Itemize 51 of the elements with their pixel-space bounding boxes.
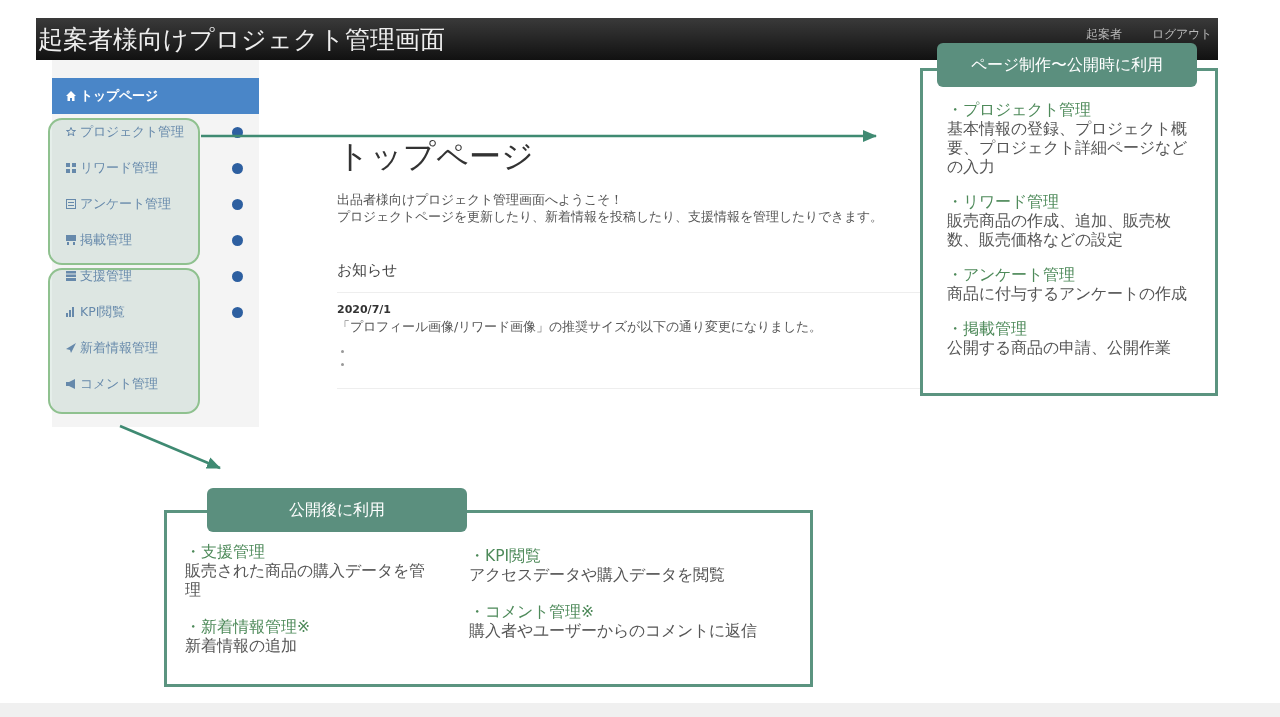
sidebar-item[interactable]: リワード管理 [52, 150, 259, 186]
user-link[interactable]: 起案者 [1086, 28, 1122, 41]
help-icon[interactable] [232, 234, 243, 246]
sidebar-item[interactable]: 掲載管理 [52, 222, 259, 258]
send-icon [66, 343, 76, 353]
form-icon [66, 199, 76, 209]
sidebar-item[interactable]: 新着情報管理 [52, 330, 259, 366]
notice-text: 「プロフィール画像/リワード画像」の推奨サイズが以下の通り変更になりました。 [337, 319, 823, 336]
feature-heading: ・KPI閲覧 [469, 547, 543, 566]
feature-heading: ・リワード管理 [947, 193, 1060, 212]
feature-description: 販売された商品の購入データを管理 [185, 562, 425, 600]
feature-description: 公開する商品の申請、公開作業 [947, 339, 1172, 358]
sidebar-item[interactable]: トップページ [52, 78, 259, 114]
help-icon[interactable] [232, 306, 243, 318]
header-title: 起案者様向けプロジェクト管理画面 [38, 23, 445, 56]
bullet-icon [341, 363, 344, 366]
feature-heading: ・新着情報管理※ [185, 618, 311, 637]
feature-description: 基本情報の登録、プロジェクト概要、プロジェクト詳細ページなどの入力 [947, 120, 1188, 177]
help-icon[interactable] [232, 162, 243, 174]
feature-heading: ・プロジェクト管理 [947, 101, 1092, 120]
sidebar-item[interactable]: 支援管理 [52, 258, 259, 294]
board-icon [66, 235, 76, 245]
feature-heading: ・アンケート管理 [947, 266, 1076, 285]
notice-date: 2020/7/1 [337, 303, 391, 316]
feature-description: 購入者やユーザーからのコメントに返信 [469, 622, 758, 641]
help-icon[interactable] [232, 126, 243, 138]
help-icon[interactable] [232, 270, 243, 282]
feature-description: 販売商品の作成、追加、販売枚数、販売価格などの設定 [947, 212, 1172, 250]
feature-description: 新着情報の追加 [185, 637, 298, 656]
home-icon [66, 91, 76, 101]
help-icon[interactable] [232, 198, 243, 210]
sidebar-item[interactable]: KPI閲覧 [52, 294, 259, 330]
bar-chart-icon [66, 307, 76, 317]
table-icon [66, 271, 76, 281]
megaphone-icon [66, 379, 76, 389]
feature-heading: ・掲載管理 [947, 320, 1028, 339]
intro-text: 出品者様向けプロジェクト管理画面へようこそ！ [337, 191, 623, 208]
callout-title: 公開後に利用 [207, 488, 467, 532]
star-icon [66, 127, 76, 137]
intro-text: プロジェクトページを更新したり、新着情報を投稿したり、支援情報を管理したりできます。 [337, 208, 883, 225]
bullet-icon [341, 350, 344, 353]
sidebar-item[interactable]: アンケート管理 [52, 186, 259, 222]
feature-heading: ・コメント管理※ [469, 603, 595, 622]
callout-title: ページ制作〜公開時に利用 [937, 43, 1197, 87]
gift-icon [66, 163, 76, 173]
sidebar-item[interactable]: プロジェクト管理 [52, 114, 259, 150]
feature-heading: ・支援管理 [185, 543, 265, 562]
sidebar-item[interactable]: コメント管理 [52, 366, 259, 402]
page-title: トップページ [337, 136, 534, 177]
feature-description: アクセスデータや購入データを閲覧 [469, 566, 726, 585]
logout-link[interactable]: ログアウト [1152, 28, 1212, 41]
